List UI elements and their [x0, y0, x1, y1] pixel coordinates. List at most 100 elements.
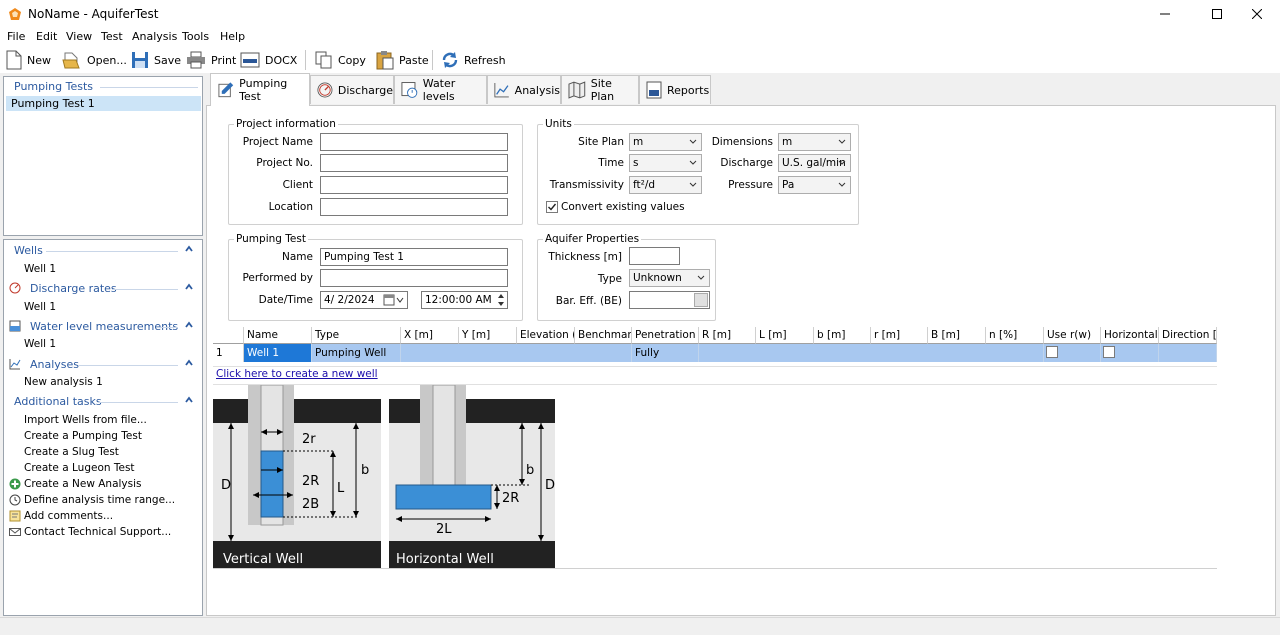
print-button[interactable]: Print	[186, 49, 236, 71]
discharge-section[interactable]: Discharge rates	[4, 281, 202, 297]
menu-edit[interactable]: Edit	[36, 30, 57, 43]
tab-pumping-test[interactable]: Pumping Test	[210, 73, 310, 106]
column-header[interactable]: R [m]	[699, 327, 756, 344]
project-no-input[interactable]	[320, 154, 508, 172]
column-header[interactable]: Horizontal well	[1101, 327, 1159, 344]
create-new-well-link[interactable]: Click here to create a new well	[216, 368, 378, 380]
discharge-item[interactable]: Well 1	[24, 301, 56, 313]
new-button[interactable]: New	[6, 49, 51, 71]
penetration-cell[interactable]: Fully	[632, 344, 699, 362]
well-name-cell[interactable]: Well 1	[244, 344, 312, 362]
calendar-dropdown-icon[interactable]	[383, 294, 405, 306]
column-header[interactable]: L [m]	[756, 327, 814, 344]
table-row[interactable]	[401, 344, 632, 362]
analyses-item[interactable]: New analysis 1	[24, 376, 103, 388]
task-add-comments[interactable]: Add comments...	[24, 510, 113, 522]
save-button[interactable]: Save	[131, 49, 181, 71]
collapse-chevron-icon[interactable]	[185, 245, 193, 253]
collapse-chevron-icon[interactable]	[185, 396, 193, 404]
task-define-time-range[interactable]: Define analysis time range...	[24, 494, 175, 506]
open-button[interactable]: Open...	[62, 49, 127, 71]
thickness-input[interactable]	[629, 247, 680, 265]
menu-test[interactable]: Test	[101, 30, 123, 43]
group-title: Aquifer Properties	[543, 233, 642, 245]
close-button[interactable]	[1234, 0, 1280, 28]
task-create-slug-test[interactable]: Create a Slug Test	[24, 446, 119, 458]
collapse-chevron-icon[interactable]	[185, 321, 193, 329]
column-header[interactable]	[213, 327, 244, 344]
menu-tools[interactable]: Tools	[182, 30, 209, 43]
tab-discharge[interactable]: Discharge	[310, 75, 394, 104]
pressure-select[interactable]: Pa	[778, 176, 851, 194]
wells-table: Name Type X [m] Y [m] Elevation (amsl) B…	[213, 327, 1217, 367]
dimensions-select[interactable]: m	[778, 133, 851, 151]
site-plan-select[interactable]: m	[629, 133, 702, 151]
horizontal-well-checkbox[interactable]	[1103, 346, 1115, 358]
wells-section[interactable]: Wells	[4, 243, 202, 259]
column-header[interactable]: Type	[312, 327, 401, 344]
paste-button[interactable]: Paste	[376, 49, 429, 71]
location-input[interactable]	[320, 198, 508, 216]
docx-button[interactable]: DOCX	[240, 49, 297, 71]
calculator-button[interactable]	[694, 293, 708, 307]
row-index[interactable]: 1	[213, 344, 244, 362]
column-header[interactable]: Direction [°]	[1159, 327, 1217, 344]
column-header[interactable]: X [m]	[401, 327, 459, 344]
water-level-section[interactable]: Water level measurements	[4, 319, 202, 335]
date-picker[interactable]: 4/ 2/2024	[320, 291, 408, 309]
well-type-cell[interactable]: Pumping Well	[312, 344, 401, 362]
column-header[interactable]: Use r(w)	[1044, 327, 1101, 344]
additional-tasks-section[interactable]: Additional tasks	[4, 394, 202, 410]
task-create-lugeon-test[interactable]: Create a Lugeon Test	[24, 462, 135, 474]
task-import-wells[interactable]: Import Wells from file...	[24, 414, 147, 426]
analyses-section[interactable]: Analyses	[4, 357, 202, 373]
time-picker[interactable]: 12:00:00 AM	[421, 291, 508, 309]
pumping-test-item[interactable]: Pumping Test 1	[6, 96, 201, 111]
task-create-new-analysis[interactable]: Create a New Analysis	[24, 478, 142, 490]
direction-cell[interactable]	[1159, 344, 1217, 362]
column-header[interactable]: r [m]	[871, 327, 928, 344]
tab-reports[interactable]: Reports	[639, 75, 711, 104]
menu-analysis[interactable]: Analysis	[132, 30, 177, 43]
column-header[interactable]: B [m]	[928, 327, 986, 344]
column-header[interactable]: Benchmark [m]	[575, 327, 632, 344]
minimize-button[interactable]	[1142, 0, 1188, 28]
column-header[interactable]: Penetration	[632, 327, 699, 344]
task-contact-support[interactable]: Contact Technical Support...	[24, 526, 171, 538]
aquifer-type-select[interactable]: Unknown	[629, 269, 710, 287]
use-rw-checkbox[interactable]	[1046, 346, 1058, 358]
collapse-chevron-icon[interactable]	[185, 283, 193, 291]
table-row[interactable]	[699, 344, 1044, 362]
wells-item[interactable]: Well 1	[24, 263, 56, 275]
test-name-input[interactable]: Pumping Test 1	[320, 248, 508, 266]
transmissivity-select[interactable]: ft²/d	[629, 176, 702, 194]
barometric-efficiency-input[interactable]	[629, 291, 710, 309]
collapse-chevron-icon[interactable]	[185, 359, 193, 367]
select-value: s	[633, 157, 639, 169]
project-name-input[interactable]	[320, 133, 508, 151]
refresh-button[interactable]: Refresh	[441, 49, 506, 71]
task-create-pumping-test[interactable]: Create a Pumping Test	[24, 430, 142, 442]
column-header[interactable]: b [m]	[814, 327, 871, 344]
menu-view[interactable]: View	[66, 30, 92, 43]
client-input[interactable]	[320, 176, 508, 194]
column-header[interactable]: Y [m]	[459, 327, 517, 344]
discharge-select[interactable]: U.S. gal/min	[778, 154, 851, 172]
column-header[interactable]: Name	[244, 327, 312, 344]
use-rw-cell[interactable]	[1044, 344, 1101, 362]
tab-analysis[interactable]: Analysis	[487, 75, 561, 104]
column-header[interactable]: Elevation (amsl)	[517, 327, 575, 344]
printer-icon	[187, 51, 205, 69]
performed-by-input[interactable]	[320, 269, 508, 287]
time-select[interactable]: s	[629, 154, 702, 172]
convert-values-checkbox[interactable]	[546, 201, 558, 213]
water-level-item[interactable]: Well 1	[24, 338, 56, 350]
horizontal-well-cell[interactable]	[1101, 344, 1159, 362]
tab-site-plan[interactable]: Site Plan	[561, 75, 639, 104]
spinner-arrows-icon[interactable]	[496, 292, 506, 308]
tab-water-levels[interactable]: Water levels	[394, 75, 487, 104]
copy-button[interactable]: Copy	[315, 49, 366, 71]
menu-help[interactable]: Help	[220, 30, 245, 43]
menu-file[interactable]: File	[7, 30, 25, 43]
column-header[interactable]: n [%]	[986, 327, 1044, 344]
